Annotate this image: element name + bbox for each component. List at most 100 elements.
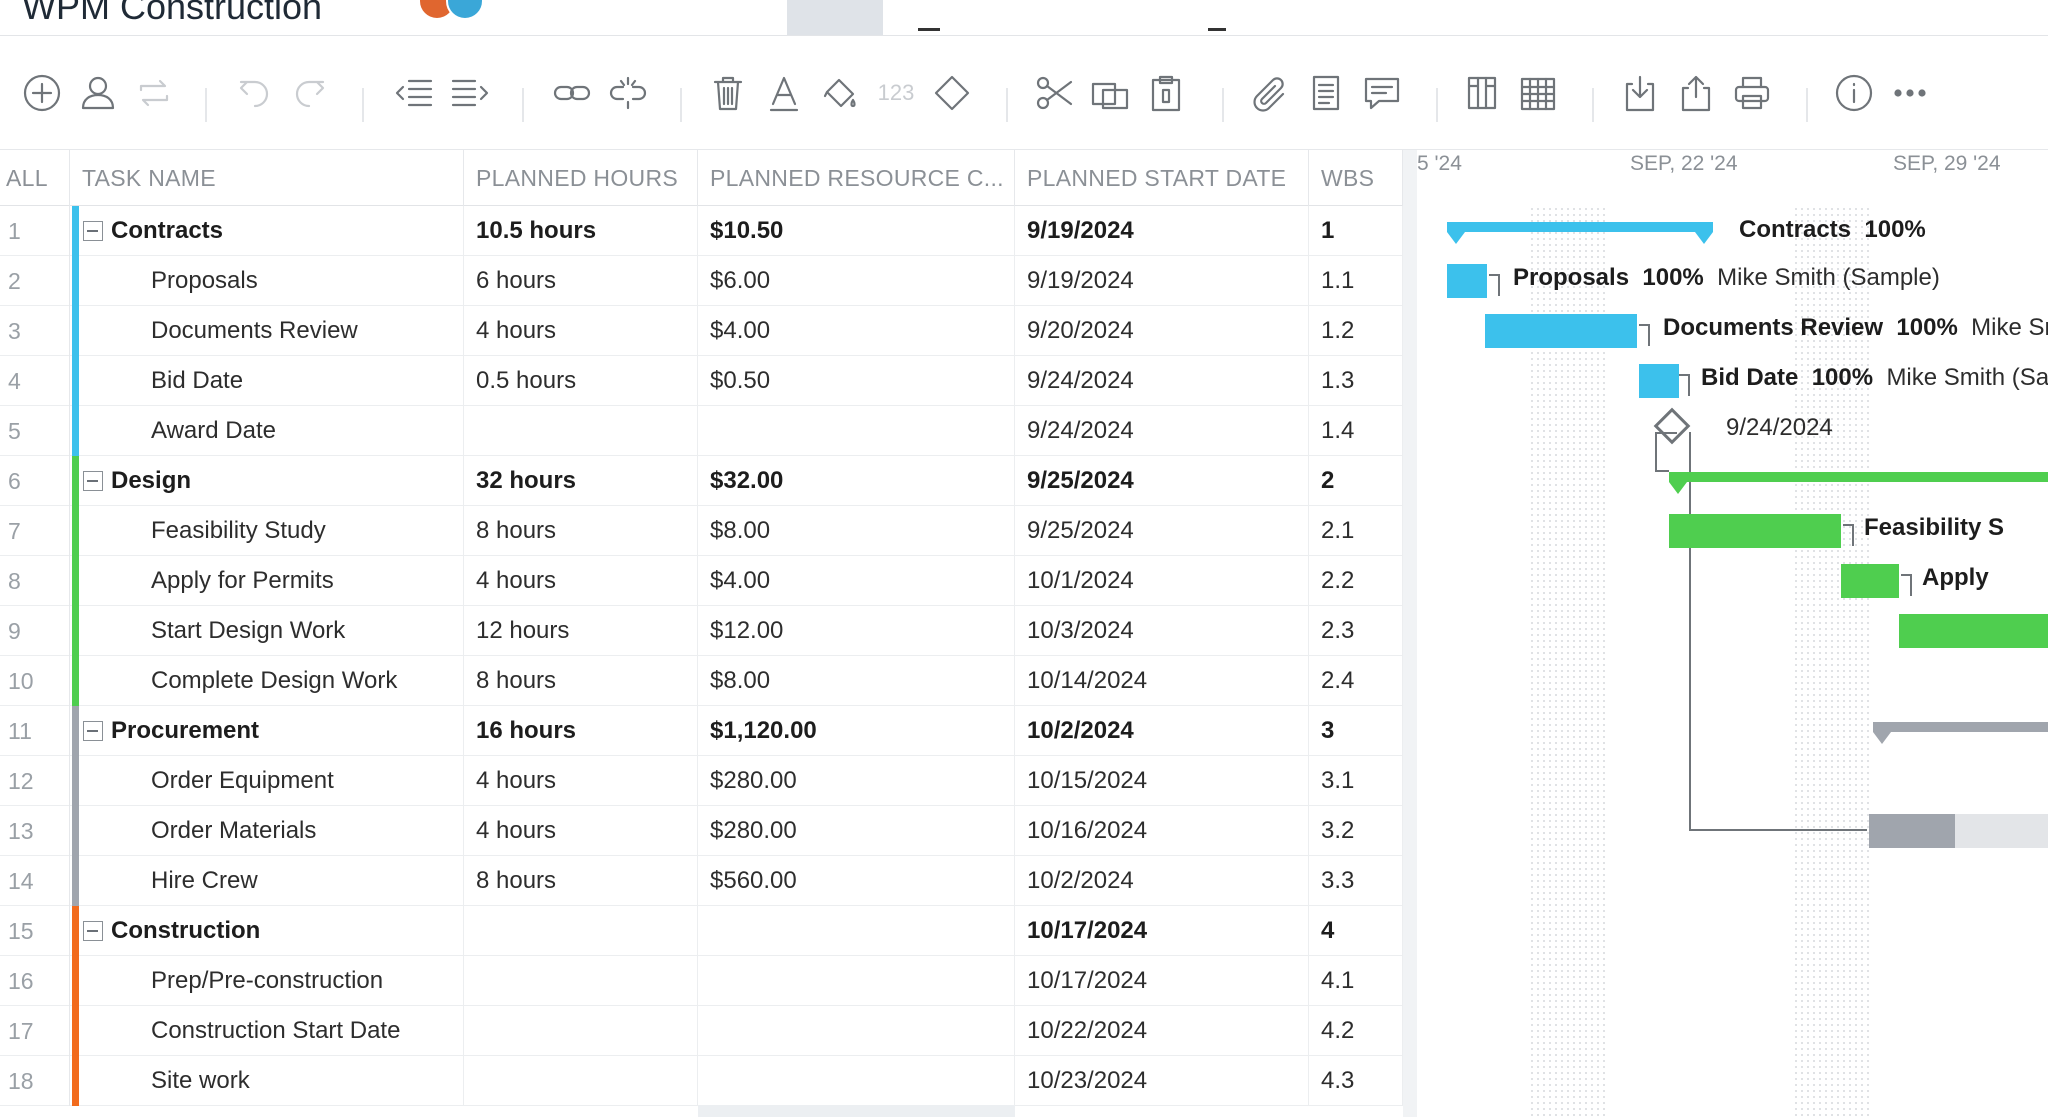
cell-wbs[interactable]: 4.2	[1309, 1006, 1403, 1056]
table-row[interactable]: 4 Bid Date 0.5 hours $0.50 9/24/2024 1.3	[0, 356, 1403, 406]
cell-wbs[interactable]: 2	[1309, 456, 1403, 506]
delete-icon[interactable]	[706, 71, 750, 115]
table-row[interactable]: 7 Feasibility Study 8 hours $8.00 9/25/2024 2…	[0, 506, 1403, 556]
attachment-icon[interactable]	[1248, 71, 1292, 115]
cell-planned-start[interactable]: 10/2/2024	[1015, 856, 1309, 906]
table-row[interactable]: 14 Hire Crew 8 hours $560.00 10/2/2024 3.3	[0, 856, 1403, 906]
table-row[interactable]: 12 Order Equipment 4 hours $280.00 10/15/202…	[0, 756, 1403, 806]
print-icon[interactable]	[1730, 71, 1774, 115]
paste-icon[interactable]	[1144, 71, 1188, 115]
indent-icon[interactable]	[448, 71, 492, 115]
cell-planned-cost[interactable]: $8.00	[698, 506, 1015, 556]
cell-planned-start[interactable]: 9/25/2024	[1015, 456, 1309, 506]
row-number[interactable]: 15	[0, 906, 70, 956]
row-number[interactable]: 17	[0, 1006, 70, 1056]
cell-planned-start[interactable]: 10/23/2024	[1015, 1056, 1309, 1106]
cell-planned-hours[interactable]	[464, 956, 698, 1006]
cell-wbs[interactable]: 3.3	[1309, 856, 1403, 906]
cell-planned-start[interactable]: 9/19/2024	[1015, 206, 1309, 256]
row-number[interactable]: 12	[0, 756, 70, 806]
cell-planned-start[interactable]: 9/25/2024	[1015, 506, 1309, 556]
row-number[interactable]: 8	[0, 556, 70, 606]
row-number[interactable]: 14	[0, 856, 70, 906]
cell-planned-cost[interactable]: $0.50	[698, 356, 1015, 406]
comment-icon[interactable]	[1360, 71, 1404, 115]
task-bar-feasibility-study[interactable]	[1669, 514, 1841, 548]
undo-icon[interactable]	[232, 71, 276, 115]
columns-icon[interactable]	[1460, 71, 1504, 115]
add-user-icon[interactable]	[76, 71, 120, 115]
cell-wbs[interactable]: 2.2	[1309, 556, 1403, 606]
avatar[interactable]	[446, 0, 484, 20]
cell-planned-cost[interactable]: $32.00	[698, 456, 1015, 506]
header-planned-cost[interactable]: PLANNED RESOURCE C...	[698, 150, 1015, 206]
row-number[interactable]: 1	[0, 206, 70, 256]
cell-planned-cost[interactable]	[698, 406, 1015, 456]
import-icon[interactable]	[1618, 71, 1662, 115]
cell-wbs[interactable]: 1	[1309, 206, 1403, 256]
cell-task-name[interactable]: Documents Review	[79, 306, 464, 356]
cell-planned-start[interactable]: 9/19/2024	[1015, 256, 1309, 306]
cell-planned-hours[interactable]: 4 hours	[464, 306, 698, 356]
table-row[interactable]: 18 Site work 10/23/2024 4.3	[0, 1056, 1403, 1106]
table-row[interactable]: 10 Complete Design Work 8 hours $8.00 10/14/…	[0, 656, 1403, 706]
task-bar-start-design-work[interactable]	[1899, 614, 2048, 648]
milestone-award-date[interactable]	[1653, 407, 1691, 445]
view-tab-icon[interactable]	[918, 28, 940, 31]
cell-planned-hours[interactable]	[464, 906, 698, 956]
table-row[interactable]: 11 Procurement 16 hours $1,120.00 10/2/2024 3	[0, 706, 1403, 756]
cell-task-name[interactable]: Contracts	[79, 206, 464, 256]
table-row[interactable]: 1 Contracts 10.5 hours $10.50 9/19/2024 1	[0, 206, 1403, 256]
row-number[interactable]: 9	[0, 606, 70, 656]
header-planned-start[interactable]: PLANNED START DATE	[1015, 150, 1309, 206]
summary-bar-procurement[interactable]	[1873, 722, 2048, 744]
cell-wbs[interactable]: 3.2	[1309, 806, 1403, 856]
cell-task-name[interactable]: Order Materials	[79, 806, 464, 856]
cell-planned-hours[interactable]: 32 hours	[464, 456, 698, 506]
cell-wbs[interactable]: 2.4	[1309, 656, 1403, 706]
cell-planned-start[interactable]: 10/14/2024	[1015, 656, 1309, 706]
notes-icon[interactable]	[1304, 71, 1348, 115]
cell-task-name[interactable]: Proposals	[79, 256, 464, 306]
cell-wbs[interactable]: 1.3	[1309, 356, 1403, 406]
cell-planned-start[interactable]: 10/15/2024	[1015, 756, 1309, 806]
cell-planned-hours[interactable]	[464, 406, 698, 456]
header-planned-hours[interactable]: PLANNED HOURS	[464, 150, 698, 206]
table-row[interactable]: 5 Award Date 9/24/2024 1.4	[0, 406, 1403, 456]
cell-planned-start[interactable]: 10/16/2024	[1015, 806, 1309, 856]
cell-planned-cost[interactable]	[698, 1006, 1015, 1056]
unlink-icon[interactable]	[606, 71, 650, 115]
export-icon[interactable]	[1674, 71, 1718, 115]
cell-planned-hours[interactable]: 4 hours	[464, 756, 698, 806]
row-number[interactable]: 2	[0, 256, 70, 306]
cell-planned-hours[interactable]: 12 hours	[464, 606, 698, 656]
row-number[interactable]: 4	[0, 356, 70, 406]
cell-planned-start[interactable]: 10/1/2024	[1015, 556, 1309, 606]
cell-wbs[interactable]: 1.4	[1309, 406, 1403, 456]
paint-bucket-icon[interactable]	[818, 71, 862, 115]
add-task-icon[interactable]	[20, 71, 64, 115]
row-number[interactable]: 13	[0, 806, 70, 856]
cell-planned-hours[interactable]: 4 hours	[464, 556, 698, 606]
table-row[interactable]: 17 Construction Start Date 10/22/2024 4.2	[0, 1006, 1403, 1056]
milestone-icon[interactable]	[930, 71, 974, 115]
cell-planned-cost[interactable]: $560.00	[698, 856, 1015, 906]
row-number[interactable]: 6	[0, 456, 70, 506]
task-bar-apply-for-permits[interactable]	[1841, 564, 1899, 598]
cell-task-name[interactable]: Feasibility Study	[79, 506, 464, 556]
cell-planned-hours[interactable]: 0.5 hours	[464, 356, 698, 406]
redo-icon[interactable]	[288, 71, 332, 115]
scroll-strip[interactable]	[698, 1105, 1015, 1117]
cell-wbs[interactable]: 4.3	[1309, 1056, 1403, 1106]
cell-wbs[interactable]: 4.1	[1309, 956, 1403, 1006]
cell-planned-cost[interactable]: $6.00	[698, 256, 1015, 306]
collapse-icon[interactable]	[83, 921, 103, 941]
table-row[interactable]: 15 Construction 10/17/2024 4	[0, 906, 1403, 956]
task-bar-hire-crew-remaining[interactable]	[1955, 814, 2048, 848]
cell-planned-cost[interactable]: $8.00	[698, 656, 1015, 706]
cell-planned-cost[interactable]	[698, 956, 1015, 1006]
cell-wbs[interactable]: 3	[1309, 706, 1403, 756]
info-icon[interactable]	[1832, 71, 1876, 115]
cell-planned-start[interactable]: 9/24/2024	[1015, 406, 1309, 456]
row-number[interactable]: 16	[0, 956, 70, 1006]
